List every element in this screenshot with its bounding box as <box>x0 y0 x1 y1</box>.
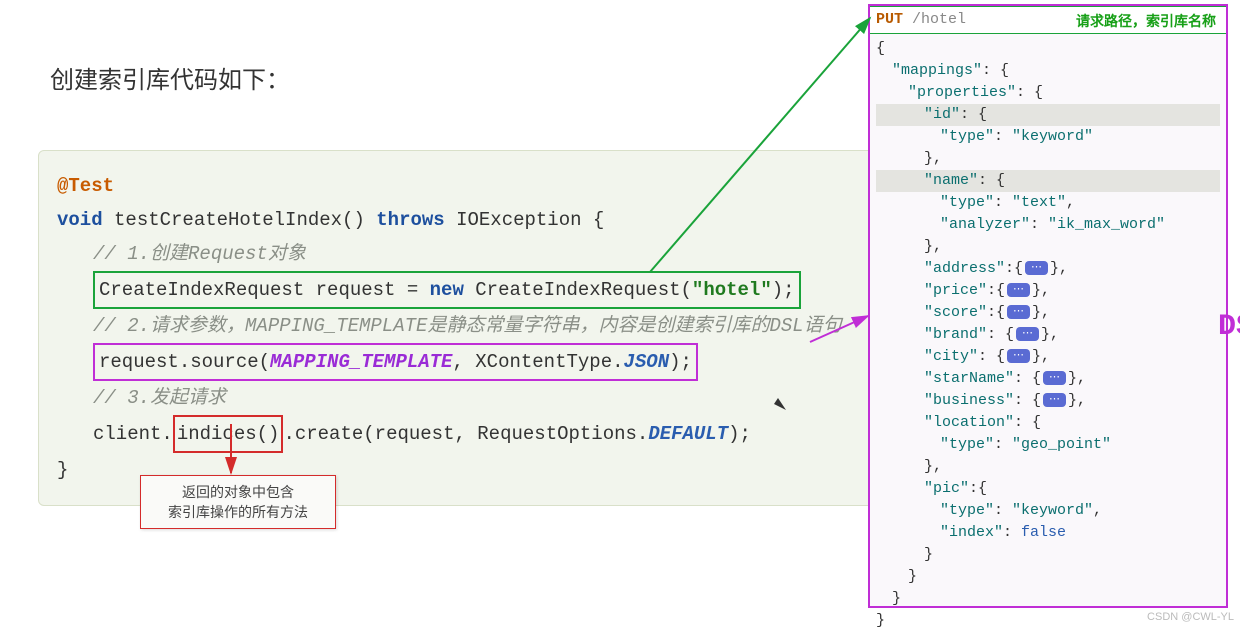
json-text: : { <box>978 172 1005 189</box>
json-literal: false <box>1021 524 1066 541</box>
watermark: CSDN @CWL-YL <box>1147 611 1234 623</box>
json-text: }, <box>924 238 942 255</box>
json-key: "index" <box>940 524 1003 541</box>
note-line-2: 索引库操作的所有方法 <box>145 502 331 522</box>
callout-note: 返回的对象中包含 索引库操作的所有方法 <box>140 475 336 529</box>
json-string: "text" <box>1012 194 1066 211</box>
create-request-line: CreateIndexRequest request = new CreateI… <box>93 271 801 309</box>
code-text: ); <box>772 279 795 301</box>
code-text: ); <box>728 423 751 445</box>
json-string: "keyword" <box>1012 128 1093 145</box>
json-key: "pic" <box>924 480 969 497</box>
json-key: "type" <box>940 194 994 211</box>
note-line-1: 返回的对象中包含 <box>145 482 331 502</box>
code-text: .create(request, RequestOptions. <box>283 423 648 445</box>
http-path: /hotel <box>912 11 966 28</box>
json-text: } <box>892 590 901 607</box>
json-key: "score" <box>924 304 987 321</box>
json-key: "type" <box>940 436 994 453</box>
dsl-json-body: {"mappings": {"properties": {"id": {"typ… <box>870 34 1226 636</box>
fold-icon[interactable]: ⋯ <box>1025 261 1048 275</box>
json-text: : <box>994 502 1012 519</box>
dsl-head-label: 请求路径，索引库名称 <box>1076 12 1216 34</box>
json-text: : <box>994 194 1012 211</box>
json-const: JSON <box>624 351 670 373</box>
json-text: }, <box>924 150 942 167</box>
section-title: 创建索引库代码如下： <box>50 60 290 95</box>
comment-3: // 3.发起请求 <box>57 381 226 415</box>
json-key: "location" <box>924 414 1014 431</box>
fold-icon[interactable]: ⋯ <box>1016 327 1039 341</box>
json-key: "properties" <box>908 84 1016 101</box>
fold-icon[interactable]: ⋯ <box>1007 305 1030 319</box>
kw-void: void <box>57 209 103 231</box>
json-text: : { <box>982 62 1009 79</box>
json-key: "id" <box>924 106 960 123</box>
comment-2: // 2.请求参数，MAPPING_TEMPLATE是静态常量字符串，内容是创建… <box>57 309 842 343</box>
json-key: "business" <box>924 392 1014 409</box>
dsl-panel: PUT /hotel 请求路径，索引库名称 {"mappings": {"pro… <box>868 4 1228 608</box>
json-text: } <box>908 568 917 585</box>
json-text: } <box>924 546 933 563</box>
close-brace: } <box>57 459 68 481</box>
fold-icon[interactable]: ⋯ <box>1007 349 1030 363</box>
code-text: CreateIndexRequest request = <box>99 279 430 301</box>
code-text: request.source( <box>99 351 270 373</box>
mapping-template: MAPPING_TEMPLATE <box>270 351 452 373</box>
string-hotel: "hotel" <box>692 279 772 301</box>
code-text: CreateIndexRequest( <box>464 279 692 301</box>
json-text: { <box>876 40 885 57</box>
json-text: : <box>1003 524 1021 541</box>
json-text: :{ <box>987 282 1005 299</box>
fold-icon[interactable]: ⋯ <box>1043 371 1066 385</box>
json-text: :{ <box>969 480 987 497</box>
json-string: "geo_point" <box>1012 436 1111 453</box>
dsl-big-label: DSL <box>1218 316 1240 338</box>
json-key: "brand" <box>924 326 987 343</box>
code-text: client. <box>93 423 173 445</box>
json-key: "type" <box>940 128 994 145</box>
source-line: request.source(MAPPING_TEMPLATE, XConten… <box>93 343 698 381</box>
json-text: : <box>994 436 1012 453</box>
client-call: client.indices().create(request, Request… <box>57 415 751 453</box>
java-code-block: @Test void testCreateHotelIndex() throws… <box>38 150 886 506</box>
comment-1: // 1.创建Request对象 <box>57 237 306 271</box>
fold-icon[interactable]: ⋯ <box>1043 393 1066 407</box>
json-text: :{ <box>1005 260 1023 277</box>
fold-icon[interactable]: ⋯ <box>1007 283 1030 297</box>
default-const: DEFAULT <box>648 423 728 445</box>
method-name: testCreateHotelIndex() <box>103 209 377 231</box>
json-text: : <box>1030 216 1048 233</box>
json-key: "type" <box>940 502 994 519</box>
method-tail: IOException { <box>445 209 605 231</box>
json-text: : { <box>960 106 987 123</box>
json-key: "address" <box>924 260 1005 277</box>
http-method: PUT <box>876 11 903 28</box>
json-text: : <box>994 128 1012 145</box>
json-text: : { <box>987 326 1014 343</box>
json-text: :{ <box>987 304 1005 321</box>
kw-new: new <box>430 279 464 301</box>
json-key: "starName" <box>924 370 1014 387</box>
json-key: "price" <box>924 282 987 299</box>
json-key: "mappings" <box>892 62 982 79</box>
json-key: "name" <box>924 172 978 189</box>
kw-throws: throws <box>376 209 444 231</box>
json-text: : { <box>1016 84 1043 101</box>
json-key: "analyzer" <box>940 216 1030 233</box>
json-text: : { <box>1014 414 1041 431</box>
code-text: , XContentType. <box>452 351 623 373</box>
json-key: "city" <box>924 348 978 365</box>
json-text: : { <box>978 348 1005 365</box>
json-text: } <box>876 612 885 629</box>
json-string: "ik_max_word" <box>1048 216 1165 233</box>
json-text: : { <box>1014 370 1041 387</box>
json-text: }, <box>924 458 942 475</box>
json-string: "keyword" <box>1012 502 1093 519</box>
code-text: ); <box>669 351 692 373</box>
annotation: @Test <box>57 175 114 197</box>
json-text: : { <box>1014 392 1041 409</box>
indices-box: indices() <box>173 415 284 453</box>
